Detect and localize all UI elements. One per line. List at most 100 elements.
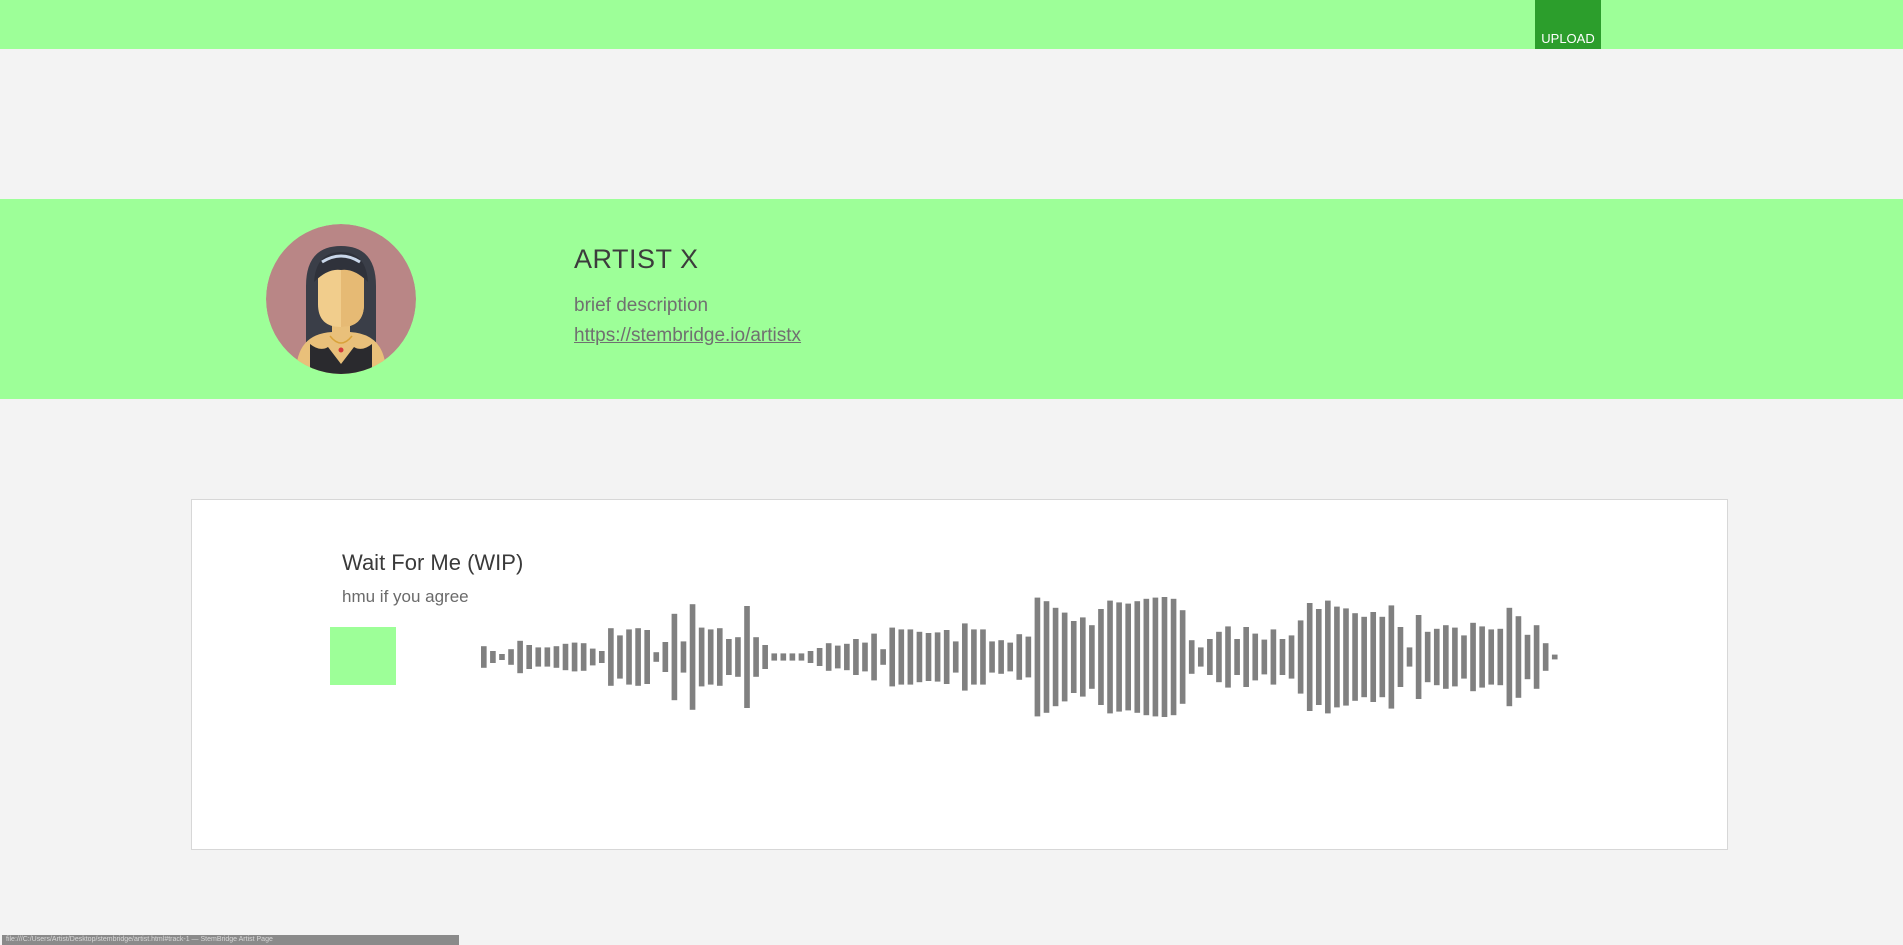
waveform-bar <box>925 633 932 681</box>
waveform-bar <box>1152 597 1159 717</box>
waveform-bar <box>626 629 632 685</box>
waveform-bar <box>989 641 995 673</box>
waveform-bar <box>1334 606 1340 708</box>
waveform-bar <box>1234 639 1240 675</box>
waveform-bar <box>952 641 959 673</box>
avatar-illustration <box>266 224 416 374</box>
waveform-bar <box>789 653 796 661</box>
waveform-bar <box>1179 610 1186 704</box>
waveform-bar <box>608 628 614 686</box>
top-bar: UPLOAD <box>0 0 1903 49</box>
waveform-bar <box>1352 613 1358 701</box>
waveform-bar <box>735 637 741 677</box>
waveform-bar <box>707 629 714 685</box>
waveform-bar <box>698 627 705 687</box>
waveform-bar <box>1524 634 1531 680</box>
waveform-bar <box>1143 598 1150 716</box>
waveform[interactable] <box>481 595 1561 719</box>
waveform-bar <box>1043 601 1050 713</box>
waveform-bar <box>744 606 750 708</box>
waveform-bar <box>526 645 533 669</box>
waveform-bar <box>1025 636 1032 678</box>
waveform-bar <box>1533 625 1540 689</box>
waveform-bar <box>1370 612 1377 702</box>
waveform-bar <box>1134 601 1141 713</box>
waveform-bar <box>971 629 977 685</box>
waveform-bar <box>1125 603 1131 711</box>
waveform-bar <box>617 635 623 679</box>
waveform-bar <box>689 604 696 710</box>
waveform-bar <box>499 654 505 660</box>
waveform-bar <box>490 651 496 663</box>
track-card: Wait For Me (WIP) hmu if you agree <box>191 499 1728 850</box>
waveform-bar <box>1388 605 1395 709</box>
waveform-bar <box>1279 639 1286 675</box>
waveform-bar <box>943 630 950 684</box>
waveform-bar <box>889 627 896 687</box>
waveform-bar <box>916 631 923 683</box>
waveform-bar <box>898 629 905 685</box>
waveform-bar <box>1243 627 1249 687</box>
waveform-bar <box>1397 627 1404 687</box>
waveform-bar <box>1161 597 1168 717</box>
waveform-bar <box>517 640 523 674</box>
waveform-bar <box>1207 639 1213 675</box>
waveform-bar <box>553 646 560 668</box>
waveform-bar <box>1016 634 1023 680</box>
waveform-bar <box>825 643 832 671</box>
waveform-bar <box>1061 612 1068 702</box>
waveform-bar <box>1515 616 1522 698</box>
waveform-bar <box>1415 615 1422 699</box>
waveform-bar <box>535 647 542 667</box>
waveform-bar <box>1433 628 1440 686</box>
waveform-bar <box>998 640 1004 674</box>
artist-name: ARTIST X <box>574 244 699 274</box>
waveform-bar <box>1079 617 1086 697</box>
waveform-bar <box>1542 643 1549 671</box>
waveform-bar <box>844 643 850 671</box>
waveform-bar <box>816 648 823 666</box>
waveform-bar <box>862 642 868 672</box>
track-title: Wait For Me (WIP) <box>342 550 524 575</box>
waveform-bar <box>598 651 605 663</box>
waveform-bar <box>562 643 569 671</box>
waveform-bar <box>1007 642 1014 672</box>
waveform-bar <box>1225 626 1231 688</box>
upload-button[interactable]: UPLOAD <box>1535 0 1601 49</box>
waveform-bar <box>635 628 641 686</box>
waveform-bar <box>907 629 914 685</box>
waveform-bar <box>644 630 650 684</box>
waveform-bar <box>798 653 805 661</box>
waveform-bar <box>753 637 759 677</box>
waveform-bar <box>1506 607 1513 707</box>
waveform-bar <box>1470 622 1476 692</box>
waveform-bar <box>653 652 660 662</box>
waveform-bar <box>508 649 514 665</box>
play-button[interactable] <box>330 627 396 685</box>
waveform-bar <box>1452 627 1458 687</box>
female-artist-avatar-icon <box>266 224 416 374</box>
track-description: hmu if you agree <box>342 587 469 606</box>
waveform-bar <box>1197 647 1204 667</box>
waveform-bar <box>680 641 687 673</box>
waveform-bar <box>1288 635 1295 679</box>
artist-link[interactable]: https://stembridge.io/artistx <box>574 325 801 347</box>
waveform-bar <box>571 642 578 672</box>
waveform-bar <box>726 639 732 675</box>
status-bar: file:///C:/Users/Artist/Desktop/stembrid… <box>2 935 459 945</box>
waveform-bar <box>662 642 669 672</box>
waveform-bar <box>834 645 841 669</box>
waveform-bar <box>962 623 968 691</box>
waveform-bar <box>1089 625 1095 689</box>
waveform-bar <box>1343 608 1349 706</box>
waveform-bar <box>1424 631 1431 683</box>
waveform-bar <box>1052 607 1059 707</box>
waveform-bar <box>1297 620 1304 694</box>
waveform-bar <box>544 647 551 667</box>
waveform-bar <box>871 633 877 681</box>
waveform-bar <box>762 645 768 669</box>
waveform-bar <box>1170 598 1177 716</box>
waveform-bar <box>1188 640 1195 674</box>
waveform-bar <box>481 646 487 668</box>
waveform-bar <box>880 649 886 665</box>
